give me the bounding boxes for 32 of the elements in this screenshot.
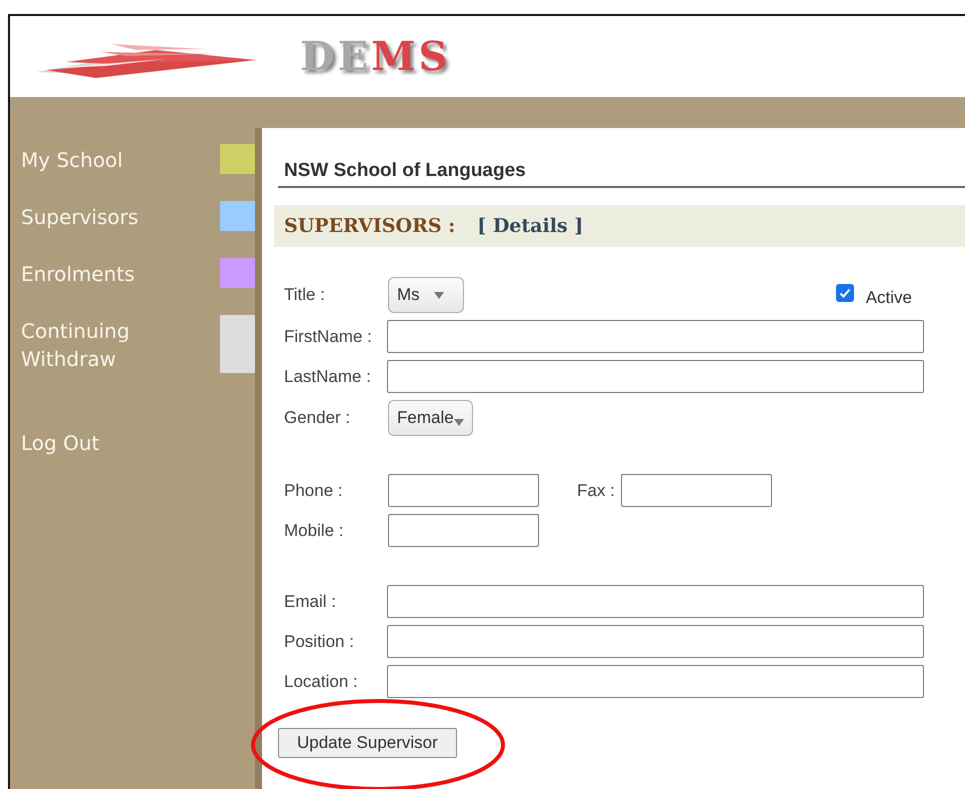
position-field[interactable] (387, 625, 924, 658)
gender-select[interactable]: Female (388, 400, 473, 436)
phone-field[interactable] (388, 474, 539, 507)
field-label: FirstName : (284, 326, 373, 346)
field-label: Phone : (284, 480, 344, 500)
sidebar-link[interactable]: Continuing Withdraw (21, 317, 191, 373)
section-header: SUPERVISORS : [ Details ] (274, 205, 965, 247)
field-label: Fax : (577, 480, 615, 500)
last-name-field[interactable] (387, 360, 924, 393)
mobile-field[interactable] (388, 514, 539, 547)
field-label: Mobile : (284, 520, 345, 540)
logo-text: DEMS (300, 33, 450, 80)
caret-icon (434, 292, 444, 298)
update-button[interactable]: Update Supervisor (278, 728, 457, 758)
field-label: Location : (284, 672, 359, 692)
location-field[interactable] (387, 665, 924, 698)
field-label: LastName : (284, 366, 372, 386)
active-label: Active (866, 288, 912, 308)
sidebar-link[interactable]: My School (21, 146, 191, 174)
field-label: Title : (284, 285, 326, 305)
fax-field[interactable] (620, 474, 772, 507)
email-field[interactable] (387, 585, 924, 618)
caret-icon (454, 418, 464, 426)
field-label: Email : (284, 592, 337, 612)
field-label: Gender : (284, 408, 352, 428)
title-select[interactable]: Ms (388, 277, 464, 313)
school-name: NSW School of Languages (284, 160, 526, 181)
first-name-field[interactable] (387, 320, 924, 353)
field-label: Position : (284, 632, 355, 652)
sidebar-link[interactable]: Enrolments (21, 260, 191, 288)
sidebar-link[interactable]: Supervisors (21, 203, 191, 231)
logout-link[interactable]: Log Out (21, 429, 191, 457)
